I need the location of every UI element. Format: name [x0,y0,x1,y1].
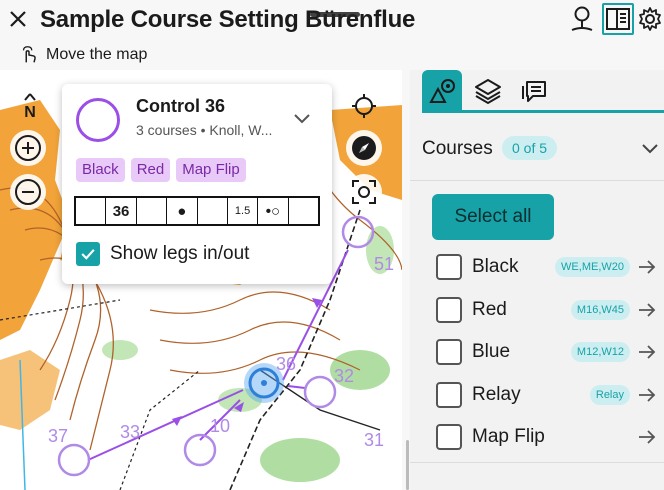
course-row[interactable]: Blue M12,W12 [410,333,664,376]
chat-icon [522,81,546,102]
description-cell: ● [167,198,198,224]
course-chip[interactable]: Black [76,158,125,182]
zoom-in-button[interactable] [10,130,46,166]
panel-tab-bar [410,70,664,114]
control-circle-icon [76,98,120,142]
course-checkbox[interactable] [436,424,462,450]
courses-label: Courses [422,138,493,159]
course-checkbox[interactable] [436,339,462,365]
svg-text:N: N [24,104,36,120]
course-name: Blue [472,341,511,362]
map-marker-icon[interactable] [568,4,596,34]
course-classes-badge: M16,W45 [570,299,630,320]
course-checkbox[interactable] [436,381,462,408]
map-label-control: 37 [48,426,68,446]
locate-button[interactable] [346,88,382,124]
north-arrow-button[interactable]: N [12,88,48,124]
control-description-row: 36 ● 1.5 •○ [74,196,320,226]
map-label-control: 10 [210,416,230,436]
course-row[interactable]: Relay Relay [410,376,664,419]
north-arrow-icon: N [24,93,36,120]
course-row[interactable]: Red M16,W45 [410,291,664,334]
chevron-down-icon[interactable] [638,136,662,160]
course-shapes-icon [429,79,455,103]
divider [410,462,664,463]
tab-layers[interactable] [468,70,508,112]
description-cell [76,198,107,224]
crosshair-icon [352,94,376,118]
course-row[interactable]: Map Flip [410,418,664,461]
course-chip-list: Black Red Map Flip [76,158,246,182]
arrow-right-icon[interactable] [636,426,658,448]
course-name: Red [472,298,507,320]
description-cell: 36 [106,198,137,224]
drag-handle[interactable] [310,12,360,17]
checkbox-checked[interactable] [76,242,100,266]
tab-courses[interactable] [422,70,462,112]
arrow-right-icon[interactable] [636,299,658,321]
layers-icon [475,79,501,105]
control-title: Control 36 [136,96,226,116]
plus-icon [15,135,41,161]
fit-view-button[interactable] [346,174,382,210]
minus-icon [15,179,41,205]
description-cell [289,198,318,224]
side-panel: Courses 0 of 5 Select all Black WE,ME,W2… [410,70,664,490]
compass-icon [352,136,376,160]
select-all-button[interactable]: Select all [432,194,554,240]
hand-pointer-icon [22,46,36,63]
course-chip[interactable]: Red [130,158,171,182]
close-icon[interactable] [6,7,30,31]
courses-section-header[interactable]: Courses 0 of 5 [410,128,664,168]
control-popup-card: Control 36 3 courses • Knoll, W... Black… [62,84,332,284]
description-cell: 1.5 [228,198,259,224]
compass-button[interactable] [346,130,382,166]
top-app-bar: Sample Course Setting Bürenflue [0,0,664,42]
description-cell: •○ [258,198,289,224]
arrow-right-icon[interactable] [636,384,658,406]
map-label-control: 36 [276,354,296,374]
tab-indicator [422,110,664,113]
arrow-right-icon[interactable] [636,341,658,363]
course-classes-badge: M12,W12 [570,342,630,362]
app-window: Sample Course Setting Bürenflue Move the… [0,0,664,490]
course-name: Map Flip [472,426,545,447]
gear-icon[interactable] [636,4,664,34]
course-checkbox[interactable] [436,296,462,323]
divider [410,180,664,181]
description-cell [198,198,228,224]
map-label-control: 31 [364,430,384,450]
arrow-right-icon[interactable] [636,256,658,278]
map-label-control: 32 [334,366,354,386]
description-cell [137,198,168,224]
course-row[interactable]: Black WE,ME,W20 [410,248,664,291]
hint-text: Move the map [46,46,148,63]
side-panel-toggle-button[interactable] [602,3,634,35]
courses-count-badge: 0 of 5 [502,136,558,160]
map-label-control: 51 [374,254,394,274]
map-label-control: 33 [120,422,140,442]
course-name: Black [472,256,519,277]
page-title: Sample Course Setting Bürenflue [40,6,416,33]
show-legs-label: Show legs in/out [110,243,250,264]
course-chip[interactable]: Map Flip [176,158,246,182]
map-view[interactable]: 36 32 31 10 51 37 33 N Control 36 3 cour… [0,70,402,490]
course-name: Relay [472,383,521,405]
check-icon [81,249,95,260]
show-legs-checkbox[interactable]: Show legs in/out [76,242,249,266]
course-classes-badge: WE,ME,W20 [555,257,630,277]
focus-frame-icon [352,180,376,204]
gesture-hint: Move the map [18,42,147,68]
control-subtitle: 3 courses • Knoll, W... [136,122,273,138]
zoom-out-button[interactable] [10,174,46,210]
course-checkbox[interactable] [436,254,462,280]
course-classes-badge: Relay [589,384,630,405]
tab-messages[interactable] [514,70,554,112]
chevron-down-icon[interactable] [290,106,314,130]
panel-icon [606,8,630,30]
course-list: Black WE,ME,W20 Red M16,W45 Blue M12,W12… [410,248,664,461]
map-scrollbar[interactable] [406,440,409,490]
